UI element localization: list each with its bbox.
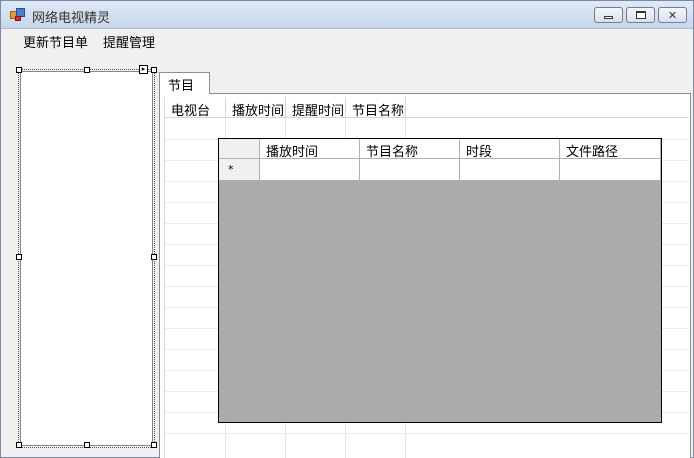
cell-program-name[interactable] (360, 159, 460, 181)
table-row-new[interactable]: * (219, 159, 661, 181)
tab-programs[interactable]: 节目 (159, 72, 210, 94)
close-icon: ✕ (667, 8, 678, 22)
column-header-time-slot[interactable]: 时段 (460, 139, 560, 160)
resize-handle-w[interactable] (16, 254, 22, 260)
channel-list-panel[interactable] (18, 69, 155, 448)
detail-grid-header: 播放时间 节目名称 时段 文件路径 (219, 139, 661, 160)
main-window: 网络电视精灵 ✕ 更新节目单 提醒管理 ▸ 节目 电视台 播放时间 提醒时间 节… (0, 0, 694, 458)
column-header-channel[interactable]: 电视台 (165, 97, 226, 119)
resize-handle-se[interactable] (151, 442, 157, 448)
resize-handle-sw[interactable] (16, 442, 22, 448)
resize-handle-nw[interactable] (16, 67, 22, 73)
app-icon (10, 8, 26, 22)
column-header-program-name[interactable]: 节目名称 (346, 97, 406, 119)
maximize-button[interactable] (626, 7, 655, 23)
cell-file-path[interactable] (560, 159, 661, 181)
column-header-air-time[interactable]: 播放时间 (260, 139, 360, 160)
minimize-icon (604, 16, 613, 19)
resize-handle-n[interactable] (84, 67, 90, 73)
column-header-air-time[interactable]: 播放时间 (226, 97, 286, 119)
resize-handle-s[interactable] (84, 442, 90, 448)
cell-time-slot[interactable] (460, 159, 560, 181)
column-header-reminder-time[interactable]: 提醒时间 (286, 97, 346, 119)
minimize-button[interactable] (594, 7, 623, 23)
resize-handle-e[interactable] (151, 254, 157, 260)
window-title: 网络电视精灵 (32, 11, 111, 26)
detail-grid[interactable]: 播放时间 节目名称 时段 文件路径 * (218, 138, 662, 423)
new-row-marker[interactable]: * (219, 159, 260, 181)
cell-air-time[interactable] (260, 159, 360, 181)
menu-update-schedule[interactable]: 更新节目单 (21, 32, 90, 51)
grid-corner-cell[interactable] (219, 139, 260, 159)
smart-tag-arrow-icon[interactable]: ▸ (139, 65, 148, 74)
close-button[interactable]: ✕ (658, 7, 687, 23)
maximize-icon (635, 11, 646, 19)
column-header-program-name[interactable]: 节目名称 (360, 139, 460, 160)
menu-reminder-management[interactable]: 提醒管理 (101, 32, 157, 51)
column-header-file-path[interactable]: 文件路径 (560, 139, 661, 160)
program-grid-header: 电视台 播放时间 提醒时间 节目名称 (165, 97, 689, 119)
title-bar[interactable]: 网络电视精灵 ✕ (1, 1, 693, 29)
resize-handle-ne[interactable] (151, 67, 157, 73)
menu-bar: 更新节目单 提醒管理 (1, 29, 693, 51)
